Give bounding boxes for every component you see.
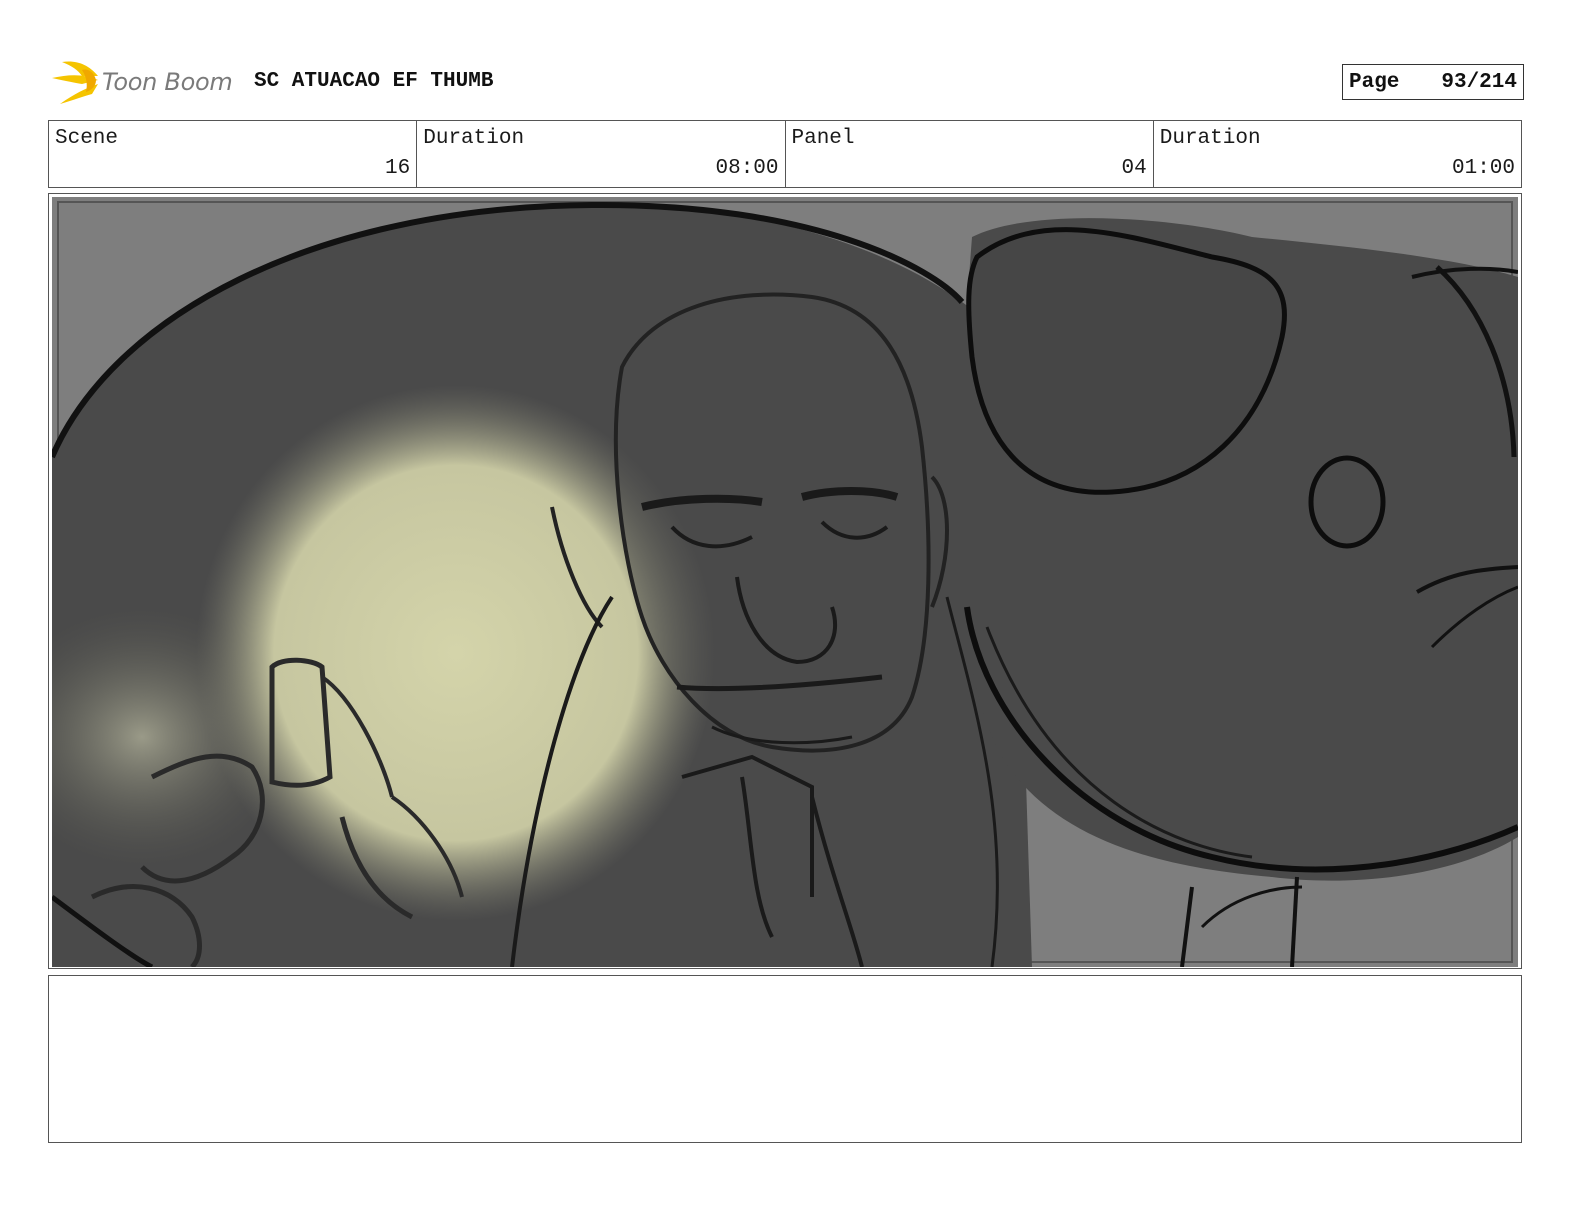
storyboard-panel-image bbox=[52, 197, 1518, 967]
page-label: Page bbox=[1349, 70, 1400, 94]
page-number: 93/214 bbox=[1441, 70, 1517, 94]
panel-label: Panel bbox=[791, 127, 855, 150]
scene-label: Scene bbox=[55, 127, 119, 150]
scene-duration-label: Duration bbox=[423, 127, 525, 150]
panel-duration-cell: Duration 01:00 bbox=[1154, 121, 1521, 187]
flame-logo-icon bbox=[52, 61, 98, 104]
page-indicator: Page 93/214 bbox=[1342, 64, 1524, 100]
scene-duration-value: 08:00 bbox=[715, 157, 779, 180]
toon-boom-logo: Toon Boom bbox=[48, 56, 233, 108]
document-title: SC ATUACAO EF THUMB bbox=[254, 70, 494, 93]
scene-info-table: Scene 16 Duration 08:00 Panel 04 Duratio… bbox=[48, 120, 1522, 188]
logo-wordmark: Toon Boom bbox=[102, 68, 233, 96]
page-header: Toon Boom SC ATUACAO EF THUMB Page 93/21… bbox=[48, 56, 1524, 108]
storyboard-panel-frame bbox=[48, 193, 1522, 969]
storyboard-sketch-image bbox=[52, 197, 1518, 967]
panel-duration-value: 01:00 bbox=[1451, 157, 1515, 180]
panel-duration-label: Duration bbox=[1159, 127, 1261, 150]
scene-duration-cell: Duration 08:00 bbox=[417, 121, 786, 187]
scene-cell: Scene 16 bbox=[49, 121, 418, 187]
panel-caption-box bbox=[48, 975, 1522, 1143]
panel-cell: Panel 04 bbox=[786, 121, 1154, 187]
panel-value: 04 bbox=[1121, 157, 1147, 180]
scene-value: 16 bbox=[385, 157, 411, 180]
